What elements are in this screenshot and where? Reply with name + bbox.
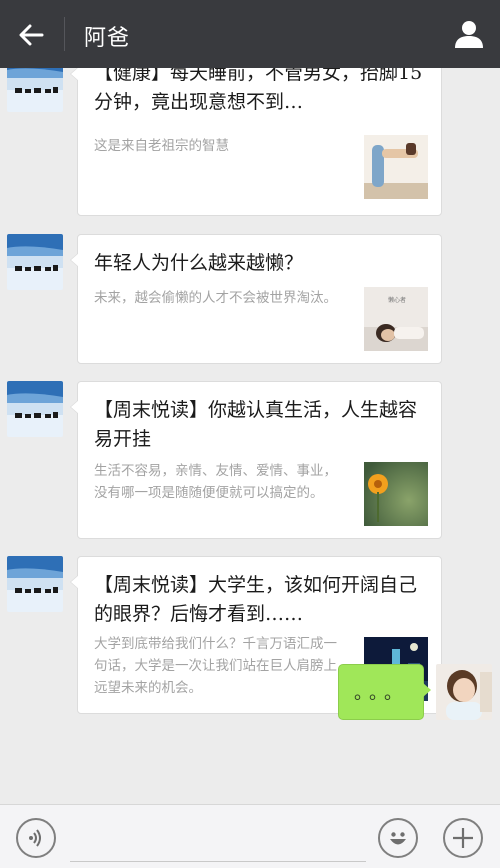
my-avatar[interactable] <box>436 664 492 720</box>
user-icon <box>455 21 483 48</box>
message-input[interactable] <box>70 817 366 862</box>
chat-header: 阿爸 <box>0 0 500 68</box>
article-card[interactable]: 年轻人为什么越来越懒？ 未来，越会偷懒的人才不会被世界淘汰。 懒心者 <box>70 234 442 364</box>
emoji-icon <box>390 832 406 845</box>
article-description: 未来，越会偷懒的人才不会被世界淘汰。 <box>94 290 337 306</box>
article-title: 【健康】每天睡前，不管男女，抬脚15分钟，竟出现意想不到… <box>94 68 423 113</box>
article-thumbnail <box>364 462 428 526</box>
article-thumbnail <box>364 135 428 199</box>
thumbnail-caption: 懒心者 <box>388 297 407 304</box>
sender-avatar[interactable] <box>7 68 63 112</box>
my-message-bubble[interactable]: 。。。 <box>338 664 431 720</box>
back-button[interactable] <box>14 18 48 52</box>
article-card[interactable]: 【周末悦读】你越认真生活，人生越容易开挂 生活不容易，亲情、友情、爱情、事业，没… <box>70 381 442 539</box>
article-title: 年轻人为什么越来越懒？ <box>94 252 304 274</box>
article-description: 大学到底带给我们什么？千言万语汇成一句话，大学是一次让我们站在巨人肩膀上远望未来… <box>94 636 337 696</box>
arrow-left-icon <box>19 24 44 46</box>
article-title: 【周末悦读】大学生，该如何开阔自己的眼界？后悔才看到…… <box>94 574 418 625</box>
article-thumbnail: 懒心者 <box>364 287 428 351</box>
header-divider <box>64 17 65 51</box>
my-message-text: 。。。 <box>354 683 408 704</box>
sender-avatar[interactable] <box>7 556 63 612</box>
voice-button[interactable] <box>16 818 56 858</box>
emoji-button[interactable] <box>378 818 418 858</box>
article-card[interactable]: 【健康】每天睡前，不管男女，抬脚15分钟，竟出现意想不到… 这是来自老祖宗的智慧 <box>70 68 442 216</box>
article-description: 生活不容易，亲情、友情、爱情、事业，没有哪一项是随随便便就可以搞定的。 <box>94 463 337 501</box>
plus-button[interactable] <box>443 818 483 858</box>
voice-icon <box>29 829 41 847</box>
chat-title: 阿爸 <box>84 26 131 51</box>
profile-button[interactable] <box>452 16 486 52</box>
input-bar <box>0 804 500 868</box>
chat-area[interactable]: 【健康】每天睡前，不管男女，抬脚15分钟，竟出现意想不到… 这是来自老祖宗的智慧 <box>0 68 500 804</box>
sender-avatar[interactable] <box>7 381 63 437</box>
plus-icon <box>453 828 473 848</box>
article-title: 【周末悦读】你越认真生活，人生越容易开挂 <box>94 399 418 450</box>
article-description: 这是来自老祖宗的智慧 <box>94 138 229 154</box>
sender-avatar[interactable] <box>7 234 63 290</box>
